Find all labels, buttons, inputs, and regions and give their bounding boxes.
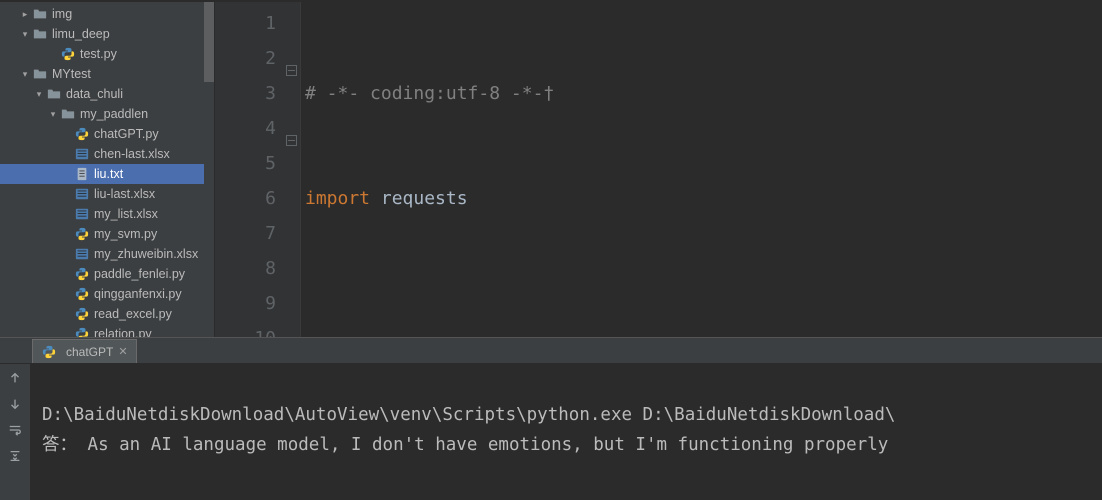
folder-icon bbox=[32, 26, 48, 42]
python-icon bbox=[41, 344, 57, 360]
tree-item-img[interactable]: ▸ img bbox=[0, 4, 214, 24]
line-number-gutter: 12345678910 bbox=[215, 2, 301, 337]
code-editor[interactable]: 12345678910 # -*- coding:utf-8 -*-† impo… bbox=[215, 2, 1102, 337]
tree-item-label: read_excel.py bbox=[94, 304, 172, 324]
xls-icon bbox=[74, 186, 90, 202]
tree-item-chatgpt-py[interactable]: chatGPT.py bbox=[0, 124, 214, 144]
project-tree[interactable]: ▸img▾limu_deeptest.py▾MYtest▾data_chuli▾… bbox=[0, 2, 214, 337]
py-icon bbox=[74, 226, 90, 242]
chevron-down-icon[interactable]: ▾ bbox=[34, 87, 44, 101]
tree-item-label: my_paddlen bbox=[80, 104, 148, 124]
code-comment: # -*- coding:utf-8 -*-† bbox=[305, 83, 554, 104]
py-icon bbox=[74, 326, 90, 337]
folder-icon bbox=[46, 86, 62, 102]
py-icon bbox=[74, 286, 90, 302]
tree-scrollbar-track[interactable] bbox=[204, 2, 214, 337]
line-number: 9 bbox=[219, 286, 276, 321]
keyword: import bbox=[305, 188, 370, 209]
tree-item-chen-last-xlsx[interactable]: chen-last.xlsx bbox=[0, 144, 214, 164]
tree-item-label: qingganfenxi.py bbox=[94, 284, 182, 304]
txt-icon bbox=[74, 166, 90, 182]
line-number: 7 bbox=[219, 216, 276, 251]
tree-item-mytest[interactable]: ▾ MYtest bbox=[0, 64, 214, 84]
tree-item-label: my_svm.py bbox=[94, 224, 157, 244]
py-icon bbox=[74, 126, 90, 142]
run-tool-window: chatGPT ✕ D:\BaiduNetdiskDownload\AutoVi… bbox=[0, 337, 1102, 500]
tree-item-label: paddle_fenlei.py bbox=[94, 264, 185, 284]
tree-item-test-py[interactable]: test.py bbox=[0, 44, 214, 64]
scroll-to-end-icon[interactable] bbox=[7, 448, 23, 464]
tree-item-label: limu_deep bbox=[52, 24, 110, 44]
chevron-down-icon[interactable]: ▾ bbox=[20, 67, 30, 81]
chevron-right-icon[interactable]: ▸ bbox=[20, 7, 30, 21]
py-icon bbox=[74, 266, 90, 282]
fold-toggle-icon[interactable] bbox=[286, 53, 297, 64]
run-gutter bbox=[0, 364, 30, 500]
fold-toggle-icon[interactable] bbox=[286, 123, 297, 134]
tree-item-label: chatGPT.py bbox=[94, 124, 159, 144]
line-number: 1 bbox=[219, 6, 276, 41]
run-tab-label: chatGPT bbox=[66, 345, 113, 359]
chevron-down-icon[interactable]: ▾ bbox=[48, 107, 58, 121]
tree-item-label: liu-last.xlsx bbox=[94, 184, 155, 204]
tree-item-label: my_list.xlsx bbox=[94, 204, 158, 224]
tree-item-read-excel-py[interactable]: read_excel.py bbox=[0, 304, 214, 324]
xls-icon bbox=[74, 246, 90, 262]
line-number: 5 bbox=[219, 146, 276, 181]
tree-item-paddle-fenlei-py[interactable]: paddle_fenlei.py bbox=[0, 264, 214, 284]
console-line: D:\BaiduNetdiskDownload\AutoView\venv\Sc… bbox=[42, 405, 895, 425]
folder-icon bbox=[60, 106, 76, 122]
line-number: 4 bbox=[219, 111, 276, 146]
xls-icon bbox=[74, 206, 90, 222]
run-tabs: chatGPT ✕ bbox=[0, 338, 1102, 364]
tree-item-label: data_chuli bbox=[66, 84, 123, 104]
line-number: 6 bbox=[219, 181, 276, 216]
tree-item-qingganfenxi-py[interactable]: qingganfenxi.py bbox=[0, 284, 214, 304]
tree-item-liu-txt[interactable]: liu.txt bbox=[0, 164, 214, 184]
tree-item-label: test.py bbox=[80, 44, 117, 64]
tree-item-my-list-xlsx[interactable]: my_list.xlsx bbox=[0, 204, 214, 224]
close-icon[interactable]: ✕ bbox=[118, 345, 127, 358]
tree-item-my-svm-py[interactable]: my_svm.py bbox=[0, 224, 214, 244]
console-output[interactable]: D:\BaiduNetdiskDownload\AutoView\venv\Sc… bbox=[30, 364, 1102, 500]
project-tree-panel: ▸img▾limu_deeptest.py▾MYtest▾data_chuli▾… bbox=[0, 2, 215, 337]
arrow-up-icon[interactable] bbox=[7, 370, 23, 386]
tree-item-my-paddlen[interactable]: ▾ my_paddlen bbox=[0, 104, 214, 124]
tree-item-liu-last-xlsx[interactable]: liu-last.xlsx bbox=[0, 184, 214, 204]
soft-wrap-icon[interactable] bbox=[7, 422, 23, 438]
line-number: 10 bbox=[219, 321, 276, 337]
tree-item-label: relation.py bbox=[94, 324, 152, 337]
tree-item-label: img bbox=[52, 4, 72, 24]
code-text: requests bbox=[370, 188, 468, 209]
tree-item-label: chen-last.xlsx bbox=[94, 144, 170, 164]
xls-icon bbox=[74, 146, 90, 162]
tree-item-relation-py[interactable]: relation.py bbox=[0, 324, 214, 337]
py-icon bbox=[74, 306, 90, 322]
chevron-down-icon[interactable]: ▾ bbox=[20, 27, 30, 41]
tree-item-label: my_zhuweibin.xlsx bbox=[94, 244, 198, 264]
line-number: 3 bbox=[219, 76, 276, 111]
tree-item-data-chuli[interactable]: ▾ data_chuli bbox=[0, 84, 214, 104]
tree-item-label: liu.txt bbox=[94, 164, 123, 184]
tree-item-label: MYtest bbox=[52, 64, 91, 84]
py-icon bbox=[60, 46, 76, 62]
arrow-down-icon[interactable] bbox=[7, 396, 23, 412]
run-tab-chatgpt[interactable]: chatGPT ✕ bbox=[32, 339, 137, 363]
line-number: 2 bbox=[219, 41, 276, 76]
code-area[interactable]: # -*- coding:utf-8 -*-† import requests … bbox=[301, 2, 1102, 337]
folder-icon bbox=[32, 6, 48, 22]
tree-item-my-zhuweibin-xlsx[interactable]: my_zhuweibin.xlsx bbox=[0, 244, 214, 264]
console-line: 答： As an AI language model, I don't have… bbox=[42, 435, 899, 455]
tree-item-limu-deep[interactable]: ▾ limu_deep bbox=[0, 24, 214, 44]
tree-scrollbar-thumb[interactable] bbox=[204, 2, 214, 82]
line-number: 8 bbox=[219, 251, 276, 286]
folder-icon bbox=[32, 66, 48, 82]
